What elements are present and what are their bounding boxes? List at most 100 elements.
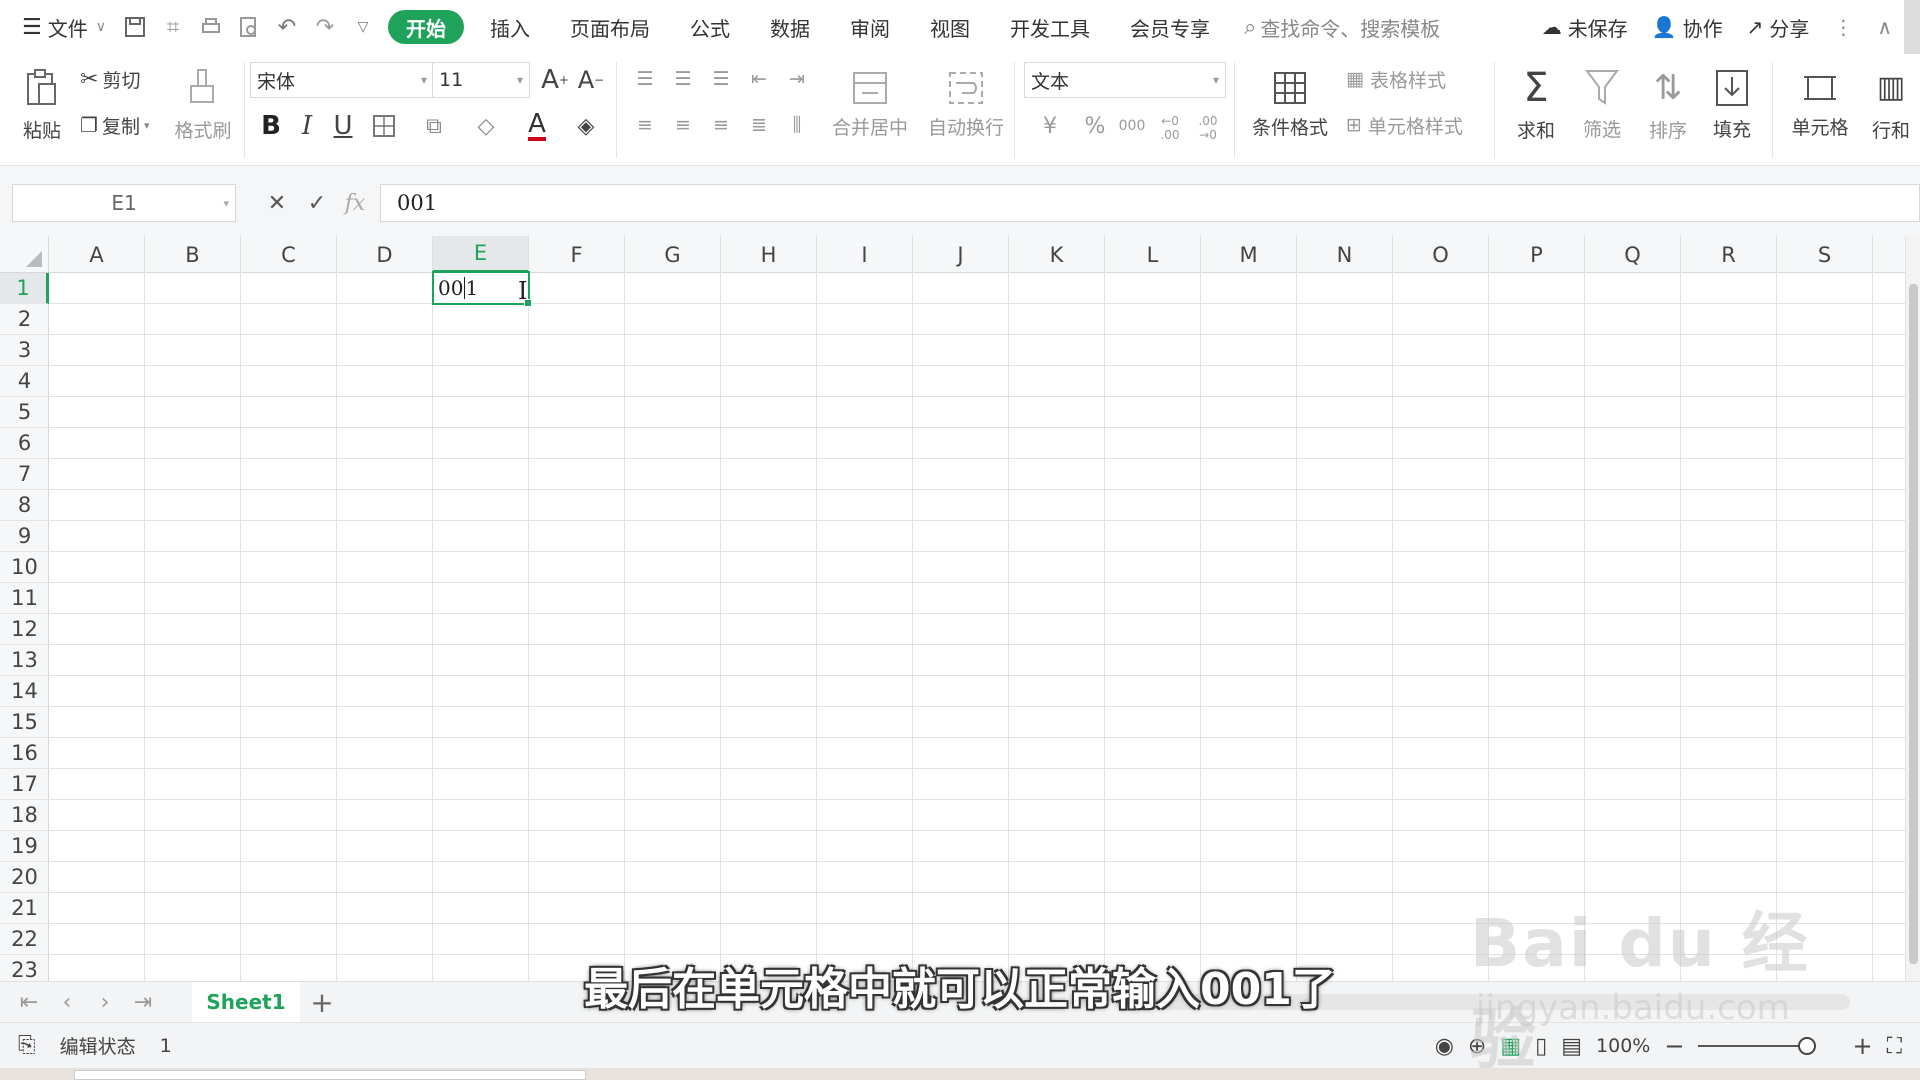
tab-member[interactable]: 会员专享 [1110, 0, 1230, 54]
row-header-22[interactable]: 22 [0, 924, 49, 955]
macro-record-icon[interactable]: ⎘ [18, 1033, 36, 1058]
align-middle-icon[interactable]: ☰ [666, 64, 700, 94]
column-header-k[interactable]: K [1009, 236, 1105, 273]
column-header-o[interactable]: O [1393, 236, 1489, 273]
increase-font-icon[interactable]: A + [538, 62, 572, 98]
column-header-j[interactable]: J [913, 236, 1009, 273]
tab-data[interactable]: 数据 [750, 0, 830, 54]
formula-input[interactable]: 001 [380, 184, 1920, 222]
vertical-scrollbar[interactable] [1905, 236, 1920, 981]
redo-icon[interactable]: ↷ [306, 0, 344, 54]
row-header-9[interactable]: 9 [0, 521, 49, 552]
number-format-combo[interactable]: 文本 ▾ [1024, 62, 1226, 98]
collapse-ribbon-icon[interactable]: ∧ [1865, 15, 1904, 39]
tab-page-layout[interactable]: 页面布局 [550, 0, 670, 54]
row-header-4[interactable]: 4 [0, 366, 49, 397]
column-header-i[interactable]: I [817, 236, 913, 273]
row-header-1[interactable]: 1 [0, 273, 49, 304]
file-menu[interactable]: ☰ 文件 ∨ [0, 0, 116, 54]
column-header-l[interactable]: L [1105, 236, 1201, 273]
currency-button[interactable]: ¥ [1030, 108, 1070, 144]
decrease-decimal-button[interactable]: .00 →0 [1190, 108, 1226, 148]
column-header-r[interactable]: R [1681, 236, 1777, 273]
bold-button[interactable]: B [256, 106, 286, 146]
undo-icon[interactable]: ↶ [268, 0, 306, 54]
column-header-h[interactable]: H [721, 236, 817, 273]
unsaved-button[interactable]: ☁ 未保存 [1530, 13, 1640, 42]
italic-button[interactable]: I [292, 106, 322, 146]
eye-protection-icon[interactable]: ◉ [1435, 1034, 1454, 1059]
sort-button[interactable]: ⇅ 排序 [1636, 60, 1700, 150]
collaborate-button[interactable]: 👤 协作 [1640, 13, 1735, 42]
row-header-12[interactable]: 12 [0, 614, 49, 645]
column-header-p[interactable]: P [1489, 236, 1585, 273]
fill-button[interactable]: 填充 [1700, 60, 1764, 150]
row-header-13[interactable]: 13 [0, 645, 49, 676]
row-header-3[interactable]: 3 [0, 335, 49, 366]
column-header-m[interactable]: M [1201, 236, 1297, 273]
conditional-format-button[interactable]: 条件格式 [1244, 60, 1336, 150]
insert-function-button[interactable]: fx [340, 184, 370, 222]
filter-button[interactable]: 筛选 [1570, 60, 1634, 150]
row-header-8[interactable]: 8 [0, 490, 49, 521]
share-button[interactable]: ↗ 分享 [1735, 13, 1822, 42]
fill-color-icon[interactable]: ◇ [462, 106, 510, 146]
vertical-scroll-thumb[interactable] [1909, 284, 1918, 964]
command-search[interactable]: ⌕ 查找命令、搜索模板 [1244, 13, 1440, 42]
format-painter-button[interactable]: 格式刷 [172, 60, 234, 150]
row-header-14[interactable]: 14 [0, 676, 49, 707]
align-left-icon[interactable]: ≡ [628, 110, 662, 140]
indent-decrease-icon[interactable]: ⇤ [742, 64, 776, 94]
row-header-21[interactable]: 21 [0, 893, 49, 924]
tab-home[interactable]: 开始 [387, 10, 464, 44]
merge-center-button[interactable]: 合并居中 [822, 60, 918, 150]
cell-style-button[interactable]: ⊞ 单元格样式 [1346, 108, 1463, 142]
row-header-5[interactable]: 5 [0, 397, 49, 428]
print-icon[interactable] [192, 0, 230, 54]
align-right-icon[interactable]: ≡ [704, 110, 738, 140]
tab-developer[interactable]: 开发工具 [990, 0, 1110, 54]
column-header-b[interactable]: B [145, 236, 241, 273]
increase-decimal-button[interactable]: ←0 .00 [1152, 108, 1188, 148]
row-header-16[interactable]: 16 [0, 738, 49, 769]
eraser-icon[interactable]: ◈ [564, 106, 608, 146]
row-col-button[interactable]: ▥ 行和 [1862, 60, 1920, 150]
table-style-button[interactable]: ▦ 表格样式 [1346, 62, 1446, 96]
wrap-text-button[interactable]: 自动换行 [926, 60, 1006, 150]
row-header-20[interactable]: 20 [0, 862, 49, 893]
export-icon[interactable]: ⌗ [154, 0, 192, 54]
column-header-f[interactable]: F [529, 236, 625, 273]
cut-button[interactable]: ✂ 剪切 [80, 64, 140, 94]
decrease-font-icon[interactable]: A − [574, 62, 608, 98]
font-size-combo[interactable]: 11 ▾ [432, 62, 530, 98]
name-box[interactable]: E1 ▾ [12, 184, 236, 222]
cell-button[interactable]: 单元格 [1780, 60, 1860, 150]
copy-button[interactable]: ❐ 复制 ▾ [80, 110, 149, 140]
row-header-19[interactable]: 19 [0, 831, 49, 862]
column-header-q[interactable]: Q [1585, 236, 1681, 273]
percent-button[interactable]: % [1078, 108, 1112, 144]
print-preview-icon[interactable] [230, 0, 268, 54]
paste-button[interactable]: 粘贴 [12, 60, 72, 150]
confirm-entry-icon[interactable]: ✓ [302, 184, 332, 222]
align-center-icon[interactable]: ≡ [666, 110, 700, 140]
more-icon[interactable]: ⋮ [1821, 15, 1865, 39]
row-header-15[interactable]: 15 [0, 707, 49, 738]
customize-toolbar-icon[interactable]: ▽ [344, 0, 382, 54]
tab-view[interactable]: 视图 [910, 0, 990, 54]
fullscreen-icon[interactable]: ⛶ [1887, 1034, 1902, 1059]
cancel-entry-icon[interactable]: ✕ [262, 184, 292, 222]
column-header-e[interactable]: E [433, 236, 529, 273]
thousands-button[interactable]: 000 [1114, 108, 1150, 144]
row-header-17[interactable]: 17 [0, 769, 49, 800]
select-all-corner[interactable] [0, 236, 49, 273]
row-header-7[interactable]: 7 [0, 459, 49, 490]
justify-icon[interactable]: ≣ [742, 110, 776, 140]
row-header-11[interactable]: 11 [0, 583, 49, 614]
underline-button[interactable]: U [328, 106, 358, 146]
column-header-c[interactable]: C [241, 236, 337, 273]
column-header-s[interactable]: S [1777, 236, 1873, 273]
tab-review[interactable]: 审阅 [830, 0, 910, 54]
row-header-18[interactable]: 18 [0, 800, 49, 831]
indent-increase-icon[interactable]: ⇥ [780, 64, 814, 94]
